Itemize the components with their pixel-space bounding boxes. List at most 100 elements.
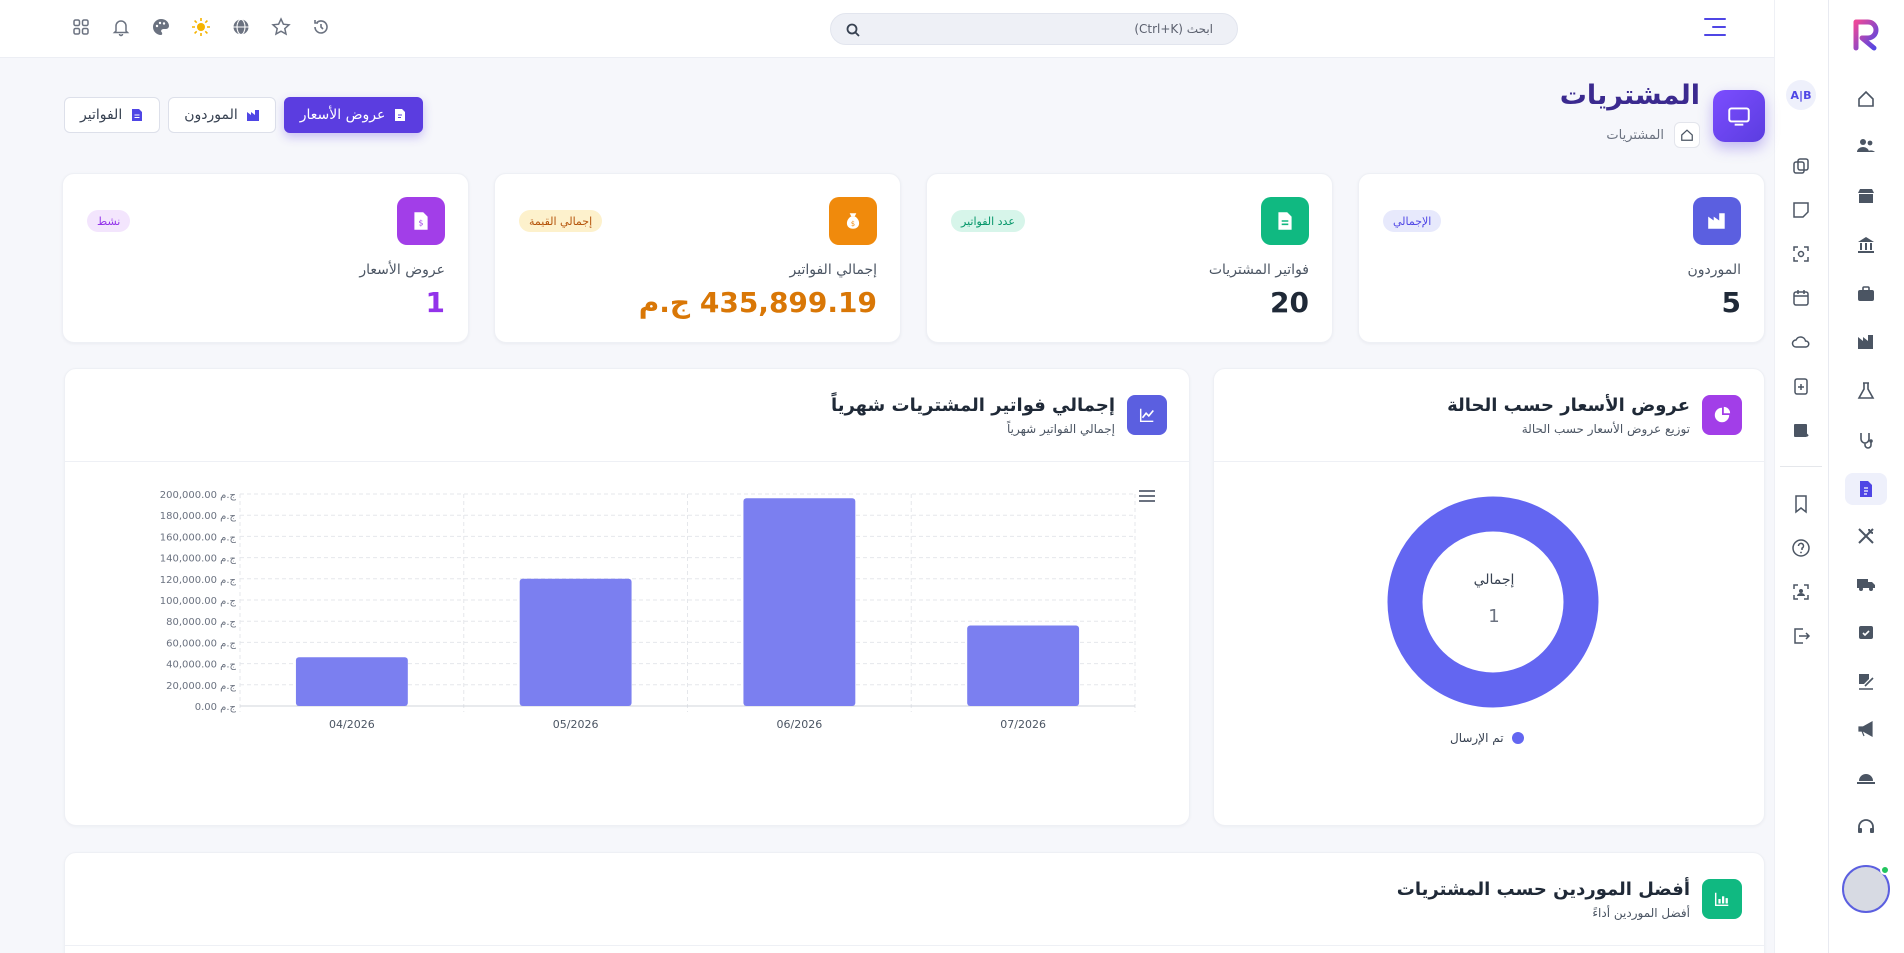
panel-title: إجمالي فواتير المشتريات شهرياً <box>830 395 1115 416</box>
stat-card-purchase-invoices: عدد الفواتير فواتير المشتريات 20 <box>926 173 1333 343</box>
svg-text:$: $ <box>419 218 424 227</box>
palette-icon[interactable] <box>150 16 172 38</box>
donut-slice-sent[interactable] <box>1387 496 1599 708</box>
flask-icon[interactable] <box>1845 375 1887 407</box>
panel-title: أفضل الموردين حسب المشتريات <box>1396 879 1690 900</box>
wallet-icon[interactable] <box>1786 415 1816 445</box>
stat-label: فواتير المشتريات <box>1208 262 1309 278</box>
logout-icon[interactable] <box>1786 621 1816 651</box>
bell-icon[interactable] <box>110 16 132 38</box>
invoices-button[interactable]: الفواتير <box>64 97 161 133</box>
quotes-by-status-panel: عروض الأسعار حسب الحالة توزيع عروض الأسع… <box>1213 368 1765 826</box>
x-tick-label: 05/2026 <box>553 718 599 731</box>
clipboard-plus-icon[interactable] <box>1786 371 1816 401</box>
y-tick-label: 180,000.00 ج.م <box>160 511 237 522</box>
x-tick-label: 07/2026 <box>1000 718 1046 731</box>
y-tick-label: 200,000.00 ج.م <box>160 490 237 501</box>
breadcrumb-home-icon[interactable] <box>1674 122 1700 148</box>
monitor-icon <box>1728 107 1750 126</box>
pie-chart-icon <box>1702 395 1742 435</box>
language-switch-button[interactable]: A|B <box>1786 80 1816 110</box>
factory-icon <box>246 110 259 121</box>
y-tick-label: 100,000.00 ج.م <box>160 596 237 607</box>
bookmark-icon[interactable] <box>1786 489 1816 519</box>
stat-badge: عدد الفواتير <box>951 210 1025 232</box>
briefcase-icon[interactable] <box>1845 278 1887 310</box>
search-icon <box>846 23 860 37</box>
main-icon-rail <box>1828 0 1904 953</box>
face-scan-icon[interactable] <box>1786 577 1816 607</box>
secondary-icon-rail: A|B <box>1774 0 1828 953</box>
factory-icon[interactable] <box>1845 326 1887 358</box>
panel-divider <box>65 945 1764 946</box>
bar[interactable] <box>519 578 632 706</box>
search-input[interactable] <box>831 14 1237 44</box>
scan-icon[interactable] <box>1786 239 1816 269</box>
history-icon[interactable] <box>310 16 332 38</box>
stat-value: 435,899.19 ج.م <box>638 286 877 319</box>
cloud-icon[interactable] <box>1786 327 1816 357</box>
online-status-dot <box>1880 865 1890 875</box>
stat-card-invoice-total: $ إجمالي القيمة إجمالي الفواتير 435,899.… <box>494 173 901 343</box>
legend-label[interactable]: تم الإرسال <box>1450 731 1504 745</box>
suppliers-button-label: الموردون <box>184 107 238 123</box>
top-suppliers-panel: أفضل الموردين حسب المشتريات أفضل الموردي… <box>64 852 1765 953</box>
monthly-purchases-panel: إجمالي فواتير المشتريات شهرياً إجمالي ال… <box>64 368 1190 826</box>
y-tick-label: 60,000.00 ج.م <box>166 638 236 649</box>
home-icon[interactable] <box>1845 83 1887 115</box>
y-tick-label: 20,000.00 ج.م <box>166 681 236 692</box>
panel-subtitle: إجمالي الفواتير شهرياً <box>1006 422 1115 436</box>
factory-icon <box>1693 197 1741 245</box>
search-box <box>830 13 1238 45</box>
truck-icon[interactable] <box>1845 568 1887 600</box>
signature-icon[interactable] <box>1845 665 1887 697</box>
help-icon[interactable] <box>1786 533 1816 563</box>
bar[interactable] <box>295 657 408 706</box>
sun-icon[interactable] <box>190 16 212 38</box>
stat-value: 20 <box>1270 286 1309 319</box>
y-tick-label: 0.00 ج.م <box>195 702 237 713</box>
bank-icon[interactable] <box>1845 229 1887 261</box>
tools-icon[interactable] <box>1845 520 1887 552</box>
stat-value: 5 <box>1721 286 1741 319</box>
globe-icon[interactable] <box>230 16 252 38</box>
donut-center-label: إجمالي <box>1473 572 1515 588</box>
apps-icon[interactable] <box>70 16 92 38</box>
page-icon <box>1713 90 1765 142</box>
calendar-add-icon[interactable] <box>1786 283 1816 313</box>
calendar-check-icon[interactable] <box>1845 616 1887 648</box>
stat-badge: الإجمالي <box>1383 210 1442 232</box>
quotes-button[interactable]: عروض الأسعار <box>283 97 424 133</box>
copy-icon[interactable] <box>1786 151 1816 181</box>
quotes-button-label: عروض الأسعار <box>299 107 386 123</box>
document-icon <box>1261 197 1309 245</box>
x-tick-label: 06/2026 <box>777 718 823 731</box>
breadcrumb-current: المشتريات <box>1606 127 1664 143</box>
note-icon[interactable] <box>1786 195 1816 225</box>
y-tick-label: 40,000.00 ج.م <box>166 660 236 671</box>
app-logo[interactable] <box>1846 14 1886 54</box>
header-actions: الفواتير الموردون عروض الأسعار <box>64 97 424 133</box>
users-icon[interactable] <box>1845 129 1887 161</box>
page-title: المشتريات <box>1559 80 1700 111</box>
stethoscope-icon[interactable] <box>1845 424 1887 456</box>
suppliers-button[interactable]: الموردون <box>168 97 276 133</box>
bar[interactable] <box>743 498 856 706</box>
panel-divider <box>65 461 1189 462</box>
y-tick-label: 80,000.00 ج.م <box>166 617 236 628</box>
stat-label: الموردون <box>1687 262 1741 278</box>
star-icon[interactable] <box>270 16 292 38</box>
donut-chart <box>1387 496 1599 708</box>
breadcrumb: المشتريات <box>1606 122 1700 148</box>
hat-icon[interactable] <box>1845 762 1887 794</box>
y-tick-label: 140,000.00 ج.م <box>160 554 237 565</box>
headset-icon[interactable] <box>1845 811 1887 843</box>
store-icon[interactable] <box>1845 180 1887 212</box>
svg-text:$: $ <box>851 220 855 228</box>
invoice-icon[interactable] <box>1845 473 1887 505</box>
stat-label: عروض الأسعار <box>359 262 445 278</box>
donut-center-value: 1 <box>1488 606 1500 627</box>
menu-toggle-icon[interactable] <box>1704 18 1726 38</box>
bar[interactable] <box>967 625 1080 706</box>
megaphone-icon[interactable] <box>1845 713 1887 745</box>
